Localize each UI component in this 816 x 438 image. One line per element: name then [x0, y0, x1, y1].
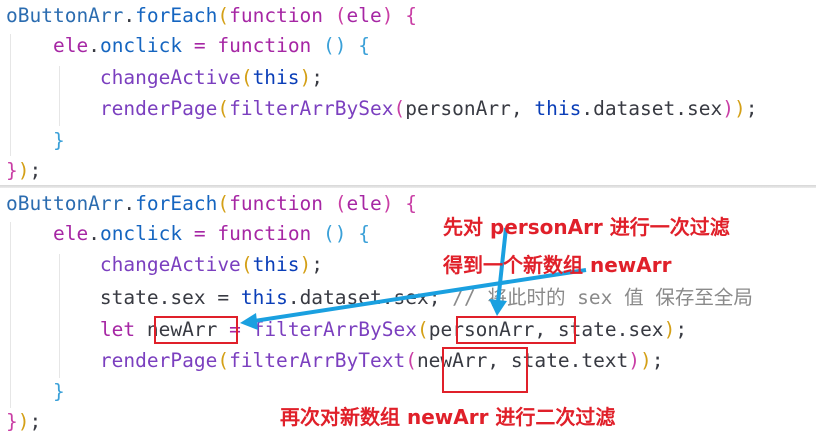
- annotation-second-filter: 再次对新数组 newArr 进行二次过滤: [280, 405, 616, 429]
- annotation-first-filter-line1: 先对 personArr 进行一次过滤: [443, 215, 730, 239]
- annotation-first-filter-line2: 得到一个新数组 newArr: [443, 253, 672, 277]
- arrowhead: [489, 299, 507, 316]
- arrowhead: [240, 313, 258, 330]
